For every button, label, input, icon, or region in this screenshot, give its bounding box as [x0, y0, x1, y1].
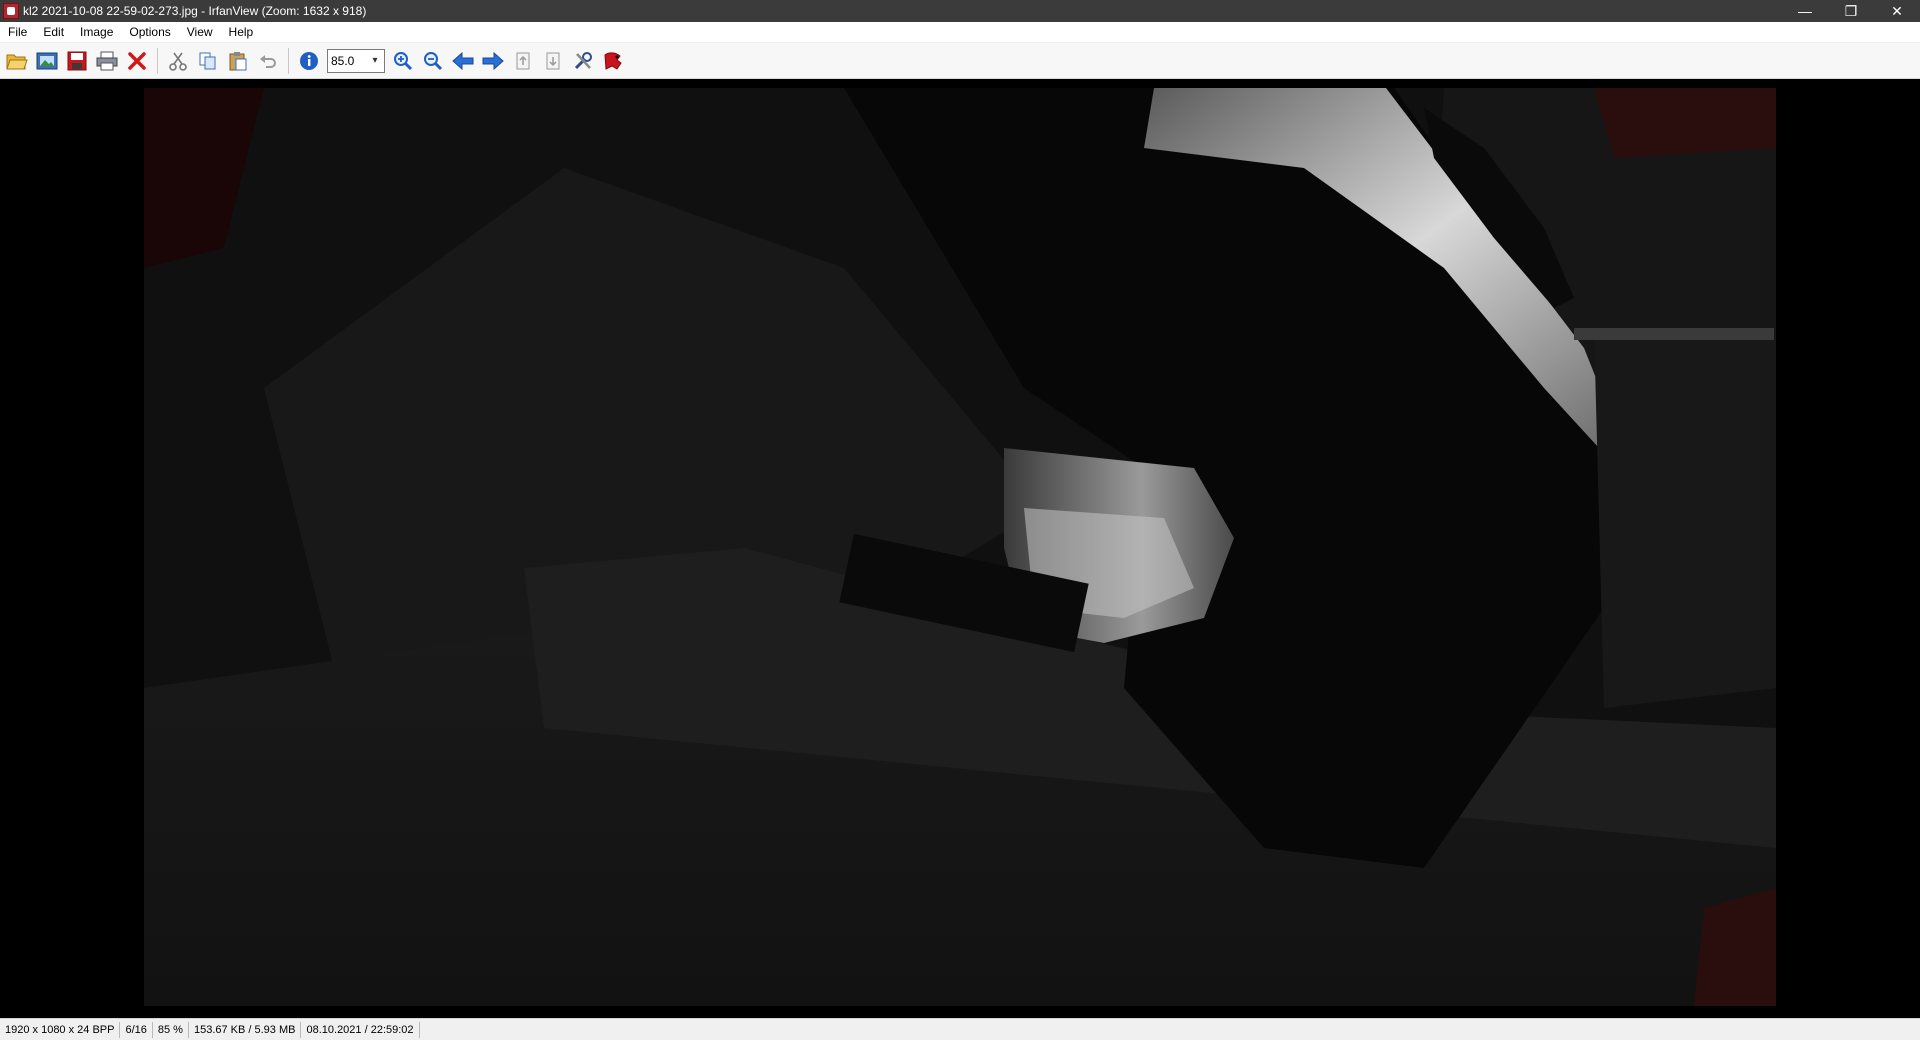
status-file-size: 153.67 KB / 5.93 MB: [189, 1021, 302, 1038]
displayed-photo: [144, 88, 1776, 1006]
info-icon: [300, 51, 318, 70]
menu-options[interactable]: Options: [121, 22, 178, 43]
menu-edit[interactable]: Edit: [35, 22, 72, 43]
menu-file[interactable]: File: [0, 22, 35, 43]
toolbar-separator: [157, 47, 158, 74]
save-icon: [67, 51, 87, 70]
status-dimensions: 1920 x 1080 x 24 BPP: [0, 1021, 121, 1038]
exit-icon: [604, 51, 622, 70]
zoom-combobox[interactable]: ▾: [327, 48, 385, 73]
save-button[interactable]: [62, 46, 92, 76]
menu-bar: File Edit Image Options View Help: [0, 22, 1920, 43]
image-viewport[interactable]: [2, 80, 1918, 1013]
previous-arrow-icon: [452, 51, 474, 70]
next-button[interactable]: [478, 46, 508, 76]
open-button[interactable]: [2, 46, 32, 76]
settings-icon: [574, 51, 592, 69]
zoom-in-button[interactable]: [388, 46, 418, 76]
status-bar: 1920 x 1080 x 24 BPP 6/16 85 % 153.67 KB…: [0, 1018, 1920, 1040]
zoom-in-icon: [394, 51, 413, 70]
menu-image[interactable]: Image: [72, 22, 121, 43]
toolbar: ▾: [0, 43, 1920, 79]
copy-icon: [199, 52, 216, 69]
window-title: kl2 2021-10-08 22-59-02-273.jpg - IrfanV…: [23, 4, 367, 18]
undo-icon: [260, 54, 276, 68]
copy-button[interactable]: [193, 46, 223, 76]
menu-view[interactable]: View: [179, 22, 221, 43]
print-button[interactable]: [92, 46, 122, 76]
delete-button[interactable]: [122, 46, 152, 76]
status-zoom: 85 %: [153, 1021, 189, 1038]
status-datetime: 08.10.2021 / 22:59:02: [301, 1021, 420, 1038]
title-bar[interactable]: kl2 2021-10-08 22-59-02-273.jpg - IrfanV…: [0, 0, 1920, 22]
toolbar-separator: [288, 47, 289, 74]
window-controls: — ❐ ✕: [1782, 0, 1920, 22]
paste-button[interactable]: [223, 46, 253, 76]
close-button[interactable]: ✕: [1874, 0, 1920, 22]
cut-button[interactable]: [163, 46, 193, 76]
info-button[interactable]: [294, 46, 324, 76]
first-page-icon: [516, 52, 530, 69]
first-page-button[interactable]: [508, 46, 538, 76]
next-arrow-icon: [482, 51, 504, 70]
minimize-button[interactable]: —: [1782, 0, 1828, 22]
paste-icon: [229, 51, 247, 70]
slideshow-button[interactable]: [32, 46, 62, 76]
slideshow-icon: [36, 52, 58, 69]
print-icon: [96, 51, 118, 70]
last-page-button[interactable]: [538, 46, 568, 76]
delete-icon: [128, 51, 146, 70]
chevron-down-icon[interactable]: ▾: [368, 55, 382, 66]
undo-button[interactable]: [253, 46, 283, 76]
last-page-icon: [546, 52, 560, 69]
previous-button[interactable]: [448, 46, 478, 76]
zoom-out-icon: [424, 51, 443, 70]
zoom-input[interactable]: [328, 50, 368, 71]
settings-button[interactable]: [568, 46, 598, 76]
open-folder-icon: [6, 54, 28, 69]
restore-button[interactable]: ❐: [1828, 0, 1874, 22]
exit-button[interactable]: [598, 46, 628, 76]
cut-icon: [169, 52, 187, 71]
menu-help[interactable]: Help: [221, 22, 262, 43]
zoom-out-button[interactable]: [418, 46, 448, 76]
status-file-position: 6/16: [120, 1021, 153, 1038]
irfanview-app-icon[interactable]: [3, 3, 19, 19]
